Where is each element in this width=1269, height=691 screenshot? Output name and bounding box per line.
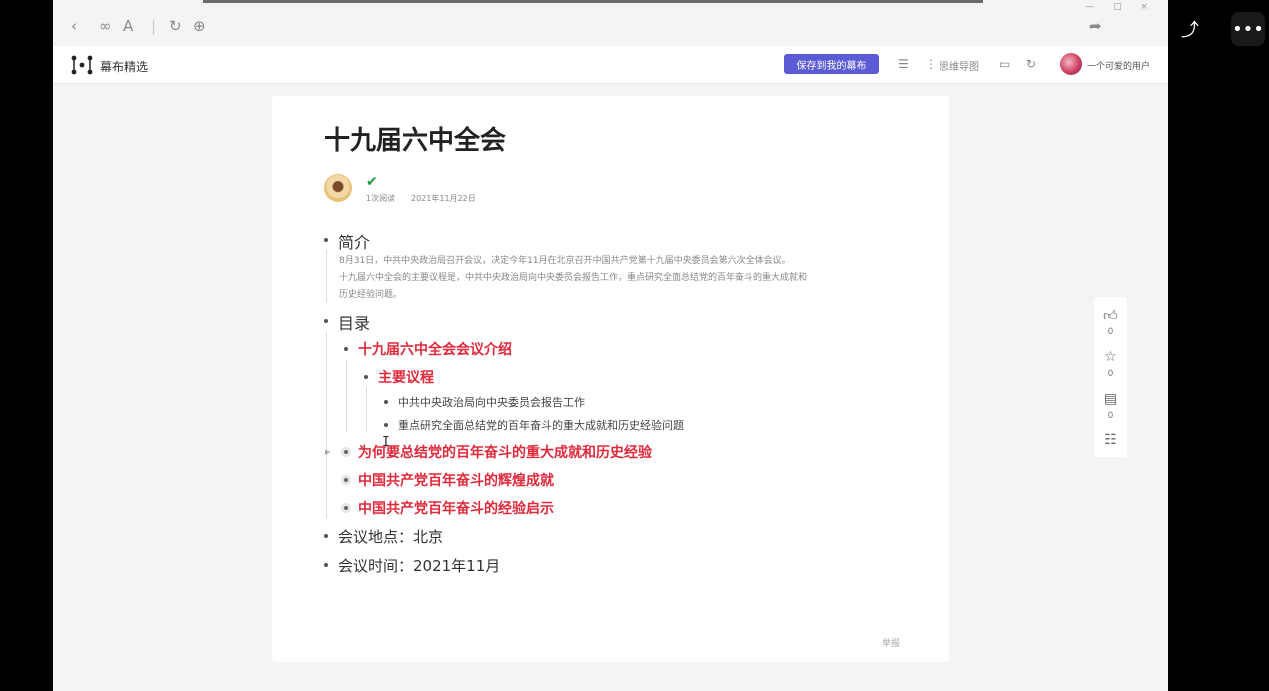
app-header: 幕布精选 保存到我的幕布 ☰ ⋮ 思维导图 ▭ ↻ 一个可爱的用户: [53, 46, 1168, 84]
intro-line: 8月31日，中共中央政治局召开会议，决定今年11月在北京召开中国共产党第十九届中…: [339, 256, 791, 266]
intro-heading: 简介: [338, 233, 371, 252]
toc-item[interactable]: 中国共产党百年奋斗的辉煌成就: [358, 470, 554, 490]
rotate-icon: ⤴: [1181, 20, 1199, 41]
location-item: 会议地点：北京: [338, 528, 444, 546]
bullet[interactable]: [324, 534, 328, 538]
rotate-button[interactable]: ⤴: [1173, 12, 1207, 46]
time-item: 会议时间：2021年11月: [338, 557, 501, 575]
collapsed-bullet[interactable]: [341, 503, 351, 513]
toc-item[interactable]: 十九届六中全会会议介绍: [358, 339, 512, 359]
brand-name[interactable]: 幕布精选: [100, 58, 148, 75]
save-to-my-mubu-button[interactable]: 保存到我的幕布: [784, 54, 879, 74]
globe-icon[interactable]: ⊕: [193, 18, 206, 34]
browser-window: — □ × ‹ ∞ A | ↻ ⊕ ➦ 幕布精选 保存到我的幕布 ☰ ⋮ 思维导…: [53, 0, 1168, 691]
star-icon[interactable]: ☆: [1094, 349, 1127, 365]
toc-item[interactable]: 中国共产党百年奋斗的经验启示: [358, 498, 554, 518]
bullet[interactable]: [384, 423, 388, 427]
list-item: 重点研究全面总结党的百年奋斗的重大成就和历史经验问题: [398, 419, 684, 432]
list-item: 中共中央政治局向中央委员会报告工作: [398, 396, 585, 409]
outline-icon[interactable]: ☷: [1094, 432, 1127, 448]
bullet[interactable]: [384, 400, 388, 404]
browser-toolbar: ‹ ∞ A | ↻ ⊕ ➦: [53, 8, 1168, 44]
toc-sub-item[interactable]: 主要议程: [378, 367, 434, 387]
intro-line: 历史经验问题。: [339, 290, 403, 300]
comment-count: 0: [1107, 411, 1114, 421]
indent-guide: [326, 250, 327, 302]
bullet[interactable]: [364, 375, 368, 379]
user-name[interactable]: 一个可爱的用户: [1087, 59, 1150, 72]
collapsed-bullet[interactable]: [341, 447, 351, 457]
link-icon[interactable]: ∞: [99, 18, 112, 34]
indent-guide: [346, 359, 347, 431]
comment-icon[interactable]: ▤: [1094, 391, 1127, 407]
collapsed-bullet[interactable]: [341, 475, 351, 485]
indent-guide: [366, 387, 367, 433]
list-icon[interactable]: ☰: [898, 57, 909, 71]
like-icon[interactable]: 👍︎: [1094, 307, 1127, 324]
avatar[interactable]: [1060, 53, 1082, 75]
toc-item[interactable]: 为何要总结党的百年奋斗的重大成就和历史经验: [358, 442, 652, 462]
text-cursor: I: [382, 435, 390, 450]
indent-guide: [326, 332, 327, 518]
toolbar-divider: |: [151, 17, 157, 35]
expand-arrow-icon[interactable]: ▶: [325, 448, 330, 456]
publish-date: 2021年11月22日: [411, 194, 476, 203]
report-link[interactable]: 举报: [882, 636, 900, 649]
check-icon: ✔: [366, 174, 378, 190]
refresh-icon[interactable]: ↻: [169, 18, 182, 34]
bullet[interactable]: [324, 319, 328, 323]
intro-line: 十九届六中全会的主要议程是，中共中央政治局向中央委员会报告工作，重点研究全面总结…: [339, 273, 808, 283]
screen: ⇆ ⤴ ••• — □ × ‹ ∞ A | ↻ ⊕ ➦: [0, 0, 1269, 691]
back-icon[interactable]: ‹: [71, 18, 77, 34]
mindmap-icon[interactable]: ⋮: [925, 57, 937, 71]
title-bar: [203, 0, 983, 3]
page-title: 十九届六中全会: [324, 126, 507, 156]
action-rail: 👍︎ 0 ☆ 0 ▤ 0 ☷: [1094, 297, 1127, 457]
author-avatar[interactable]: [324, 174, 352, 202]
present-icon[interactable]: ▭: [999, 57, 1010, 71]
reload-icon[interactable]: ↻: [1026, 57, 1036, 71]
read-count: 1次阅读: [366, 194, 396, 203]
more-icon: •••: [1232, 18, 1264, 40]
bullet[interactable]: [324, 563, 328, 567]
star-count: 0: [1107, 369, 1114, 379]
more-button[interactable]: •••: [1231, 12, 1265, 46]
bullet[interactable]: [344, 347, 348, 351]
like-count: 0: [1107, 327, 1114, 337]
share-icon[interactable]: ➦: [1089, 18, 1102, 34]
document-card: 十九届六中全会 ✔ 1次阅读 2021年11月22日 简介 8月31日，中共中央…: [272, 96, 949, 662]
bullet[interactable]: [324, 238, 328, 242]
text-size-icon[interactable]: A: [123, 18, 133, 34]
mindmap-button[interactable]: 思维导图: [939, 58, 979, 73]
toc-heading: 目录: [338, 314, 371, 333]
mubu-logo[interactable]: [71, 55, 93, 75]
